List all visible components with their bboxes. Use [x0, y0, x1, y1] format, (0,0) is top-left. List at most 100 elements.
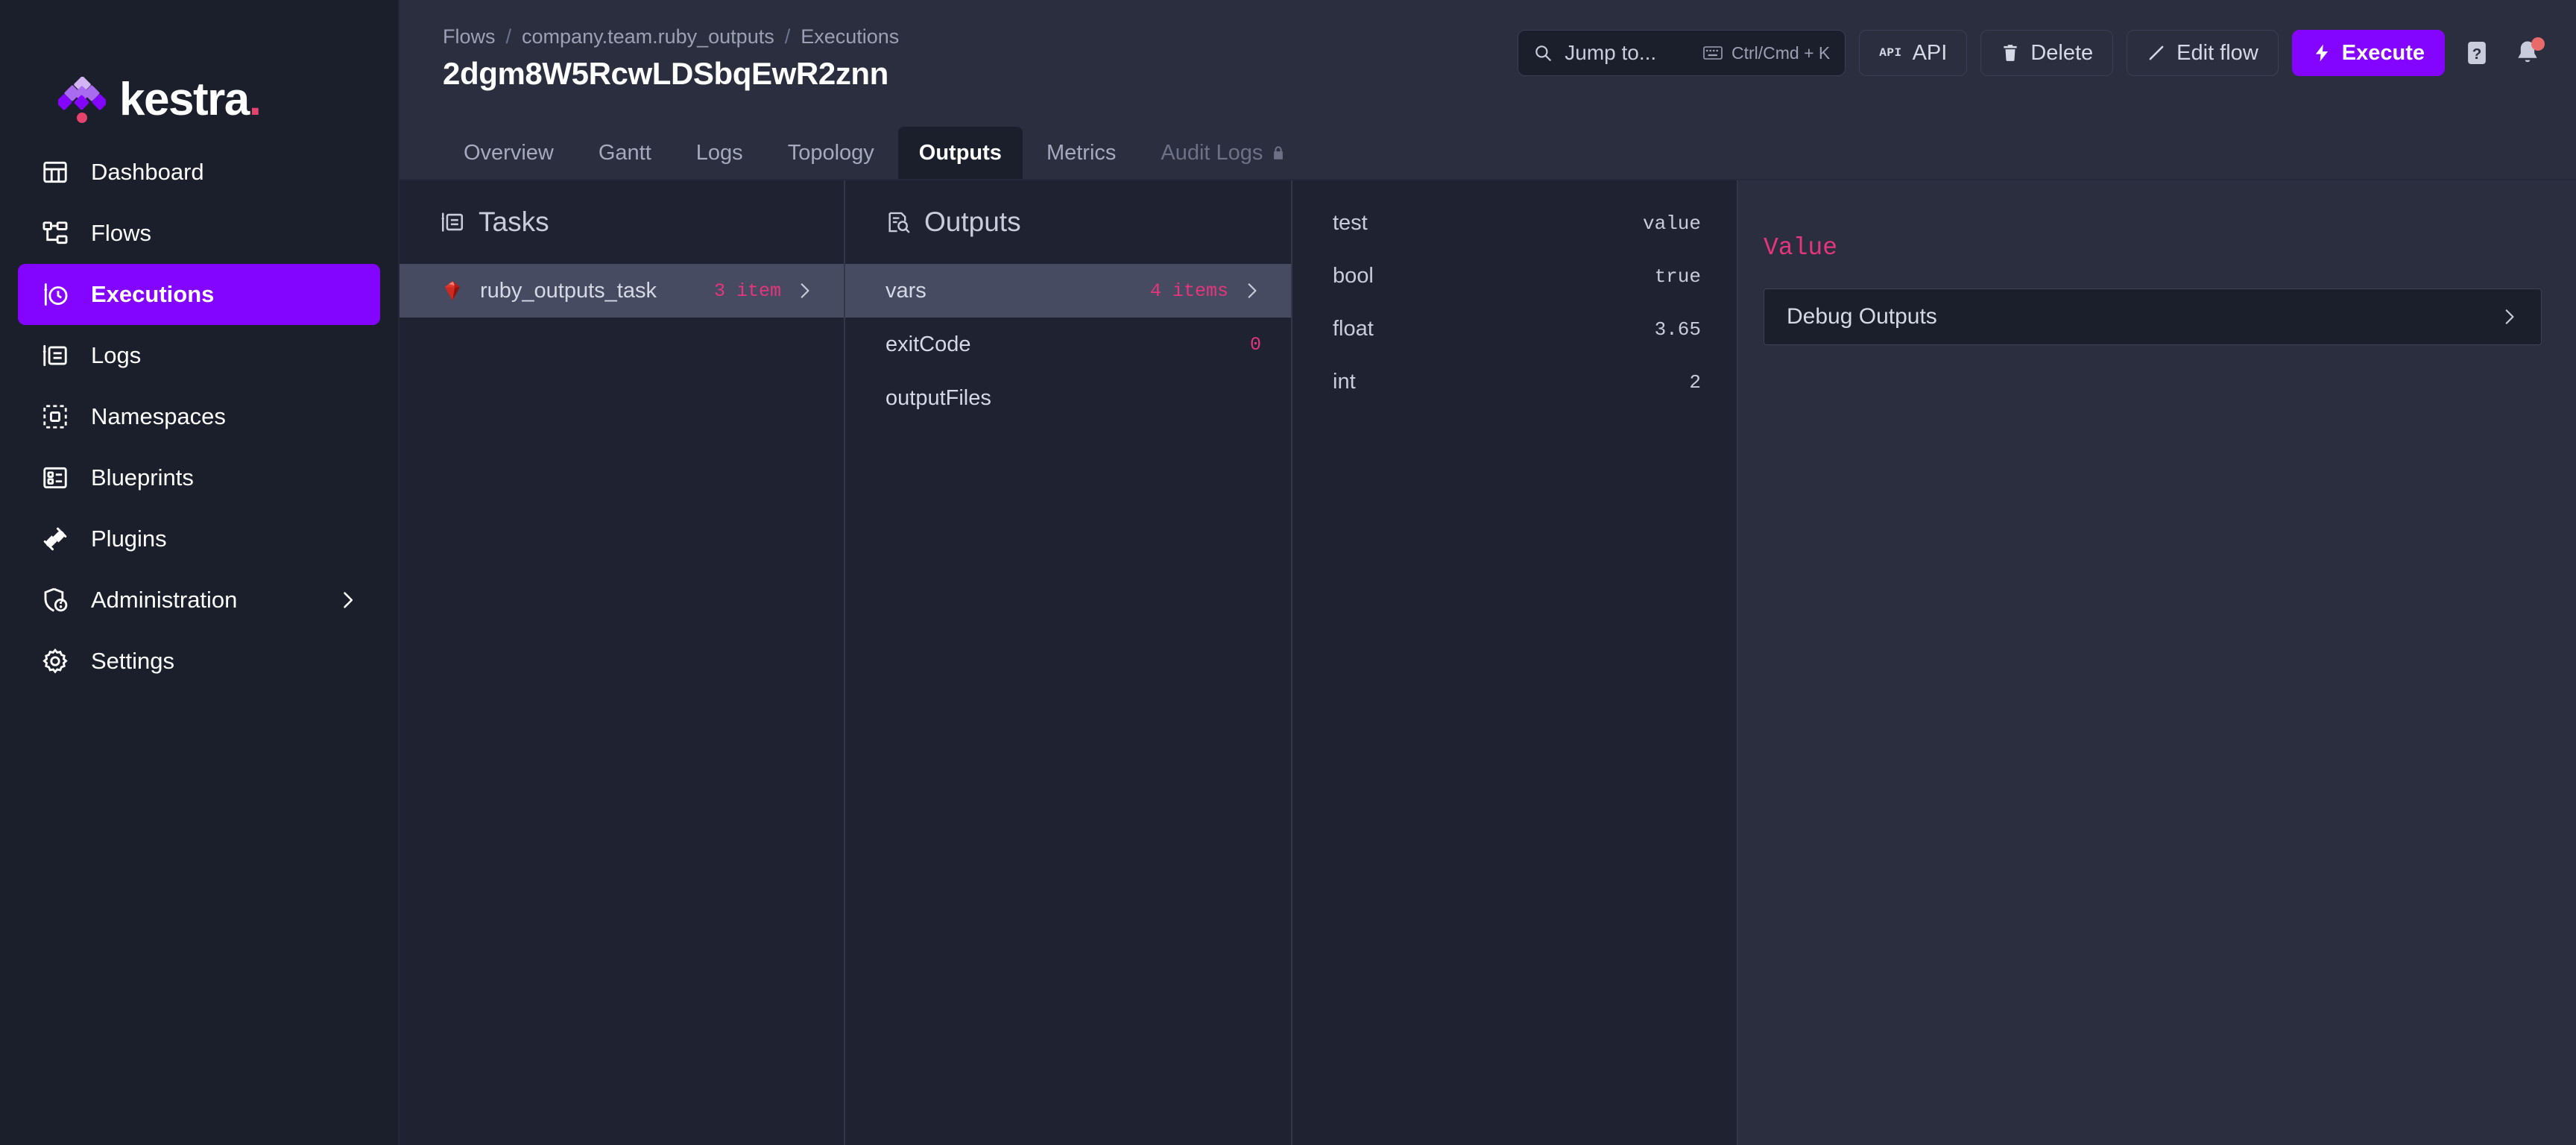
settings-icon — [40, 646, 70, 676]
task-row-ruby-outputs-task[interactable]: ruby_outputs_task 3 item — [400, 264, 844, 318]
tab-gantt[interactable]: Gantt — [578, 127, 672, 179]
api-button[interactable]: API API — [1859, 30, 1967, 76]
main-area: Flows / company.team.ruby_outputs / Exec… — [400, 0, 2576, 1145]
dashboard-icon — [40, 157, 70, 187]
output-row-meta: 4 items — [1150, 280, 1261, 302]
breadcrumb-item-flows[interactable]: Flows — [443, 25, 496, 48]
execute-button[interactable]: Execute — [2292, 30, 2445, 76]
keyboard-icon — [1703, 45, 1723, 61]
lock-icon — [1270, 145, 1287, 161]
value-panel: Value Debug Outputs — [1738, 180, 2576, 1145]
search-shortcut-label: Ctrl/Cmd + K — [1731, 43, 1830, 63]
sidebar-item-label: Dashboard — [91, 159, 204, 186]
search-input[interactable]: Jump to... Ctrl/Cmd — [1518, 30, 1846, 76]
kv-value: 3.65 — [1655, 318, 1701, 341]
kv-key: bool — [1333, 264, 1374, 288]
kv-value: 2 — [1689, 371, 1701, 394]
tab-label: Topology — [788, 141, 874, 165]
tab-metrics[interactable]: Metrics — [1026, 127, 1137, 179]
tab-label: Overview — [464, 141, 554, 165]
sidebar-item-administration[interactable]: Administration — [18, 570, 380, 631]
logs-icon — [40, 341, 70, 370]
sidebar-item-label: Blueprints — [91, 464, 194, 491]
sidebar-item-label: Executions — [91, 281, 214, 308]
debug-outputs-label: Debug Outputs — [1787, 304, 1937, 329]
key-value-list: test value bool true float 3.65 int 2 — [1292, 180, 1737, 409]
sidebar-item-dashboard[interactable]: Dashboard — [18, 142, 380, 203]
breadcrumb-separator: / — [785, 25, 791, 48]
help-icon: ? — [2463, 39, 2491, 67]
outputs-panel-header: Outputs — [845, 180, 1291, 264]
blueprints-icon — [40, 463, 70, 493]
page-title: 2dgm8W5RcwLDSbqEwR2znn — [443, 56, 899, 92]
search-shortcut: Ctrl/Cmd + K — [1703, 43, 1830, 63]
key-value-panel: test value bool true float 3.65 int 2 — [1292, 180, 1738, 1145]
sidebar-item-label: Flows — [91, 220, 151, 247]
chevron-right-icon — [2499, 307, 2519, 327]
sidebar-item-executions[interactable]: Executions — [18, 264, 380, 325]
kv-key: float — [1333, 317, 1374, 341]
sidebar-item-namespaces[interactable]: Namespaces — [18, 386, 380, 447]
app-logo[interactable]: kestra. — [0, 0, 398, 142]
tasks-panel-header: Tasks — [400, 180, 844, 264]
breadcrumb-item-namespace[interactable]: company.team.ruby_outputs — [522, 25, 774, 48]
breadcrumb-item-executions[interactable]: Executions — [801, 25, 899, 48]
tab-label: Gantt — [599, 141, 651, 165]
sidebar-item-label: Administration — [91, 587, 237, 613]
kv-value: value — [1643, 212, 1701, 235]
sidebar-item-flows[interactable]: Flows — [18, 203, 380, 264]
outputs-panel-title: Outputs — [924, 206, 1021, 238]
kv-key: test — [1333, 211, 1368, 236]
sidebar-item-label: Settings — [91, 648, 174, 675]
debug-outputs-button[interactable]: Debug Outputs — [1764, 288, 2542, 345]
output-row-meta: 0 — [1250, 334, 1261, 356]
sidebar-item-settings[interactable]: Settings — [18, 631, 380, 692]
plugins-icon — [40, 524, 70, 554]
help-button[interactable]: ? — [2458, 34, 2496, 72]
panels-container: Tasks ruby_outputs_task 3 — [400, 180, 2576, 1145]
search-placeholder: Jump to... — [1565, 41, 1691, 65]
key-value-row[interactable]: int 2 — [1292, 356, 1737, 409]
sidebar-item-blueprints[interactable]: Blueprints — [18, 447, 380, 508]
key-value-row[interactable]: bool true — [1292, 250, 1737, 303]
notifications-button[interactable] — [2509, 34, 2546, 72]
tasks-icon — [440, 209, 465, 235]
output-row-outputfiles[interactable]: outputFiles — [845, 371, 1291, 425]
value-panel-body: Debug Outputs — [1738, 262, 2576, 345]
top-actions: Jump to... Ctrl/Cmd — [1518, 19, 2546, 76]
output-row-exitcode[interactable]: exitCode 0 — [845, 318, 1291, 371]
output-row-vars[interactable]: vars 4 items — [845, 264, 1291, 318]
output-name: vars — [886, 279, 926, 303]
key-value-row[interactable]: float 3.65 — [1292, 303, 1737, 356]
tab-overview[interactable]: Overview — [443, 127, 575, 179]
sidebar-item-logs[interactable]: Logs — [18, 325, 380, 386]
value-panel-title: Value — [1738, 180, 2576, 262]
output-name: exitCode — [886, 332, 970, 357]
chevron-right-icon — [1242, 281, 1261, 300]
outputs-panel: Outputs vars 4 items exitCode 0 — [845, 180, 1292, 1145]
tab-topology[interactable]: Topology — [767, 127, 895, 179]
namespaces-icon — [40, 402, 70, 432]
delete-button[interactable]: Delete — [1980, 30, 2113, 76]
api-button-label: API — [1913, 41, 1948, 66]
tab-label: Audit Logs — [1161, 141, 1263, 165]
tasks-panel-title: Tasks — [479, 206, 549, 238]
edit-flow-button[interactable]: Edit flow — [2127, 30, 2279, 76]
edit-flow-button-label: Edit flow — [2176, 41, 2258, 66]
api-icon: API — [1879, 46, 1901, 60]
kv-value: true — [1655, 265, 1701, 288]
top-bar: Flows / company.team.ruby_outputs / Exec… — [400, 0, 2576, 119]
bolt-icon — [2312, 43, 2332, 63]
key-value-row[interactable]: test value — [1292, 197, 1737, 250]
tab-label: Outputs — [919, 141, 1002, 165]
sidebar-item-plugins[interactable]: Plugins — [18, 508, 380, 570]
tab-outputs[interactable]: Outputs — [898, 127, 1023, 179]
flows-icon — [40, 218, 70, 248]
tab-bar: Overview Gantt Logs Topology Outputs Met… — [400, 119, 2576, 180]
tab-logs[interactable]: Logs — [675, 127, 764, 179]
output-value: 0 — [1250, 334, 1261, 356]
sidebar: kestra. Dashboard — [0, 0, 400, 1145]
task-row-meta: 3 item — [714, 280, 814, 302]
breadcrumb-separator: / — [506, 25, 512, 48]
sidebar-nav: Dashboard Flows — [0, 142, 398, 692]
